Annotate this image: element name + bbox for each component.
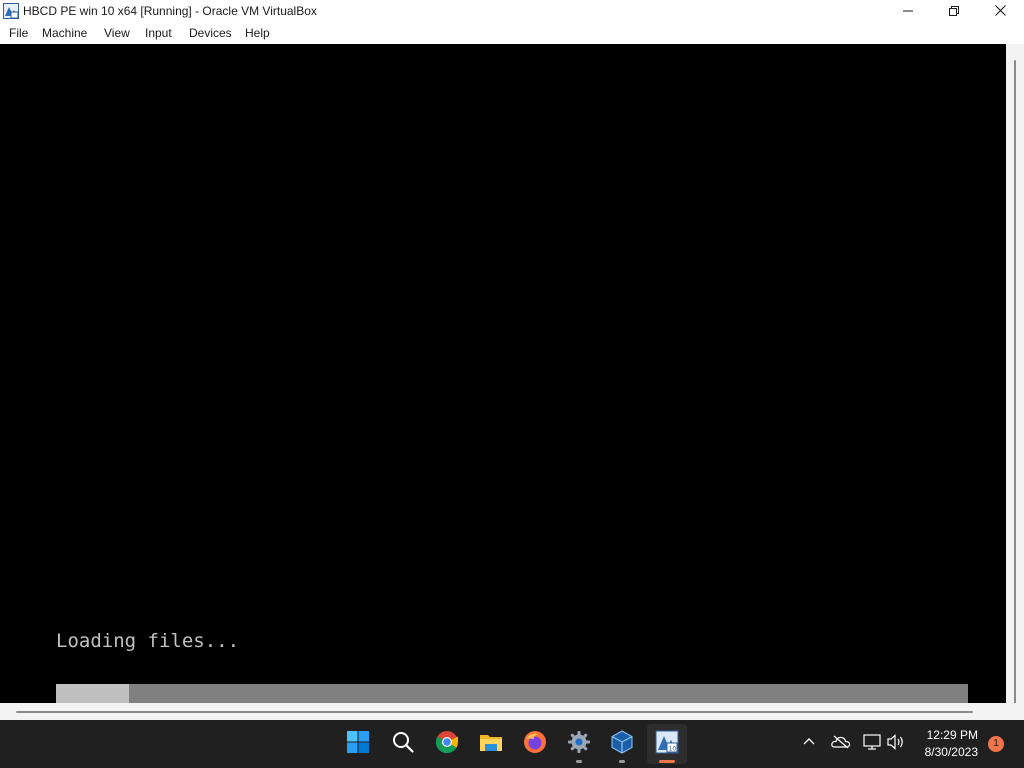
menu-help[interactable]: Help: [243, 23, 272, 44]
notification-badge[interactable]: 1: [988, 736, 1004, 752]
clock[interactable]: 12:29 PM 8/30/2023: [912, 727, 978, 761]
svg-text:10: 10: [669, 745, 677, 752]
vertical-scroll-thumb[interactable]: [1014, 60, 1016, 706]
onedrive-offline-icon: [831, 735, 851, 754]
start-button[interactable]: [338, 724, 378, 764]
search-icon: [391, 730, 415, 759]
menu-view[interactable]: View: [102, 23, 132, 44]
chrome-taskbar-button[interactable]: [427, 724, 467, 764]
network-icon: [863, 733, 881, 755]
vm-display[interactable]: Loading files...: [0, 44, 1006, 703]
show-hidden-icons-button[interactable]: [798, 720, 820, 768]
volume-icon: [887, 733, 905, 755]
active-indicator: [659, 760, 675, 763]
volume-tray-button[interactable]: [885, 720, 907, 768]
restore-icon: [949, 3, 959, 21]
network-tray-button[interactable]: [860, 720, 884, 768]
close-button[interactable]: [977, 0, 1023, 23]
menu-devices[interactable]: Devices: [187, 23, 234, 44]
file-explorer-taskbar-button[interactable]: [471, 724, 511, 764]
menu-machine[interactable]: Machine: [40, 23, 89, 44]
horizontal-scrollbar[interactable]: [0, 703, 1024, 720]
minimize-icon: [903, 3, 913, 21]
loading-progress-bar: [56, 684, 968, 703]
running-indicator: [619, 760, 625, 763]
virtualbox-manager-icon: [610, 729, 634, 759]
vertical-scrollbar[interactable]: [1006, 44, 1024, 706]
settings-taskbar-button[interactable]: [559, 724, 599, 764]
close-icon: [994, 3, 1006, 21]
loading-text: Loading files...: [56, 630, 240, 652]
loading-progress-fill: [56, 684, 129, 703]
restore-button[interactable]: [931, 0, 977, 23]
chrome-icon: [435, 730, 459, 759]
minimize-button[interactable]: [885, 0, 931, 23]
running-indicator: [576, 760, 582, 763]
firefox-taskbar-button[interactable]: [515, 724, 555, 764]
taskbar: 10: [0, 720, 1024, 768]
search-button[interactable]: [383, 724, 423, 764]
settings-gear-icon: [567, 730, 591, 759]
menu-bar: File Machine View Input Devices Help: [0, 23, 1024, 44]
windows-start-icon: [346, 730, 370, 759]
virtualbox-manager-taskbar-button[interactable]: [602, 724, 642, 764]
virtualbox-vm-icon: 10: [655, 730, 679, 759]
horizontal-scroll-thumb[interactable]: [16, 711, 973, 713]
menu-file[interactable]: File: [7, 23, 30, 44]
window-title: HBCD PE win 10 x64 [Running] - Oracle VM…: [23, 4, 317, 18]
firefox-icon: [523, 730, 547, 759]
virtualbox-vm-icon[interactable]: [3, 3, 19, 19]
virtualbox-vm-taskbar-button[interactable]: 10: [647, 724, 687, 764]
file-explorer-icon: [479, 730, 503, 759]
menu-input[interactable]: Input: [143, 23, 174, 44]
title-bar[interactable]: HBCD PE win 10 x64 [Running] - Oracle VM…: [0, 0, 1024, 23]
clock-time: 12:29 PM: [926, 728, 978, 742]
onedrive-tray-button[interactable]: [828, 720, 854, 768]
clock-date: 8/30/2023: [924, 745, 978, 759]
chevron-up-icon: [803, 735, 815, 753]
